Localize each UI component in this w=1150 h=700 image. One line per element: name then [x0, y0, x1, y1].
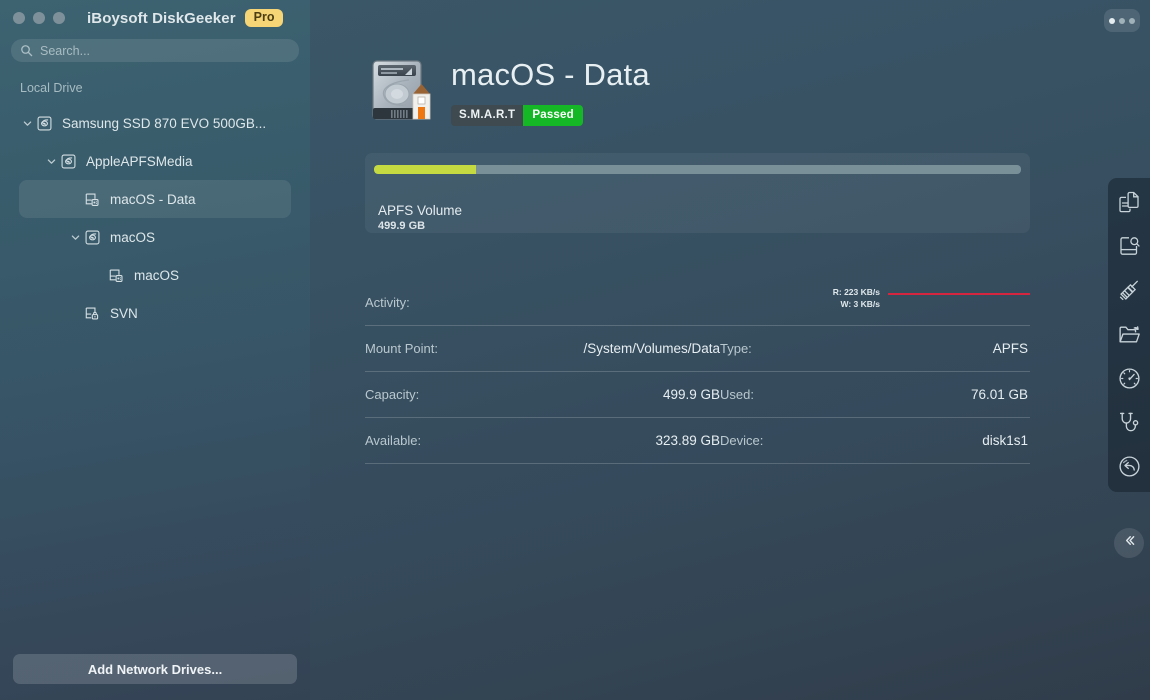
activity-speed-labels: R: 223 KB/s W: 3 KB/s [833, 286, 880, 311]
detail-key: Mount Point: [365, 341, 438, 356]
detail-value: 76.01 GB [970, 387, 1028, 402]
sidebar: iBoysoft DiskGeeker Pro Search... Local … [0, 0, 310, 700]
detail-value: disk1s1 [982, 433, 1028, 448]
volume-usage-fill [374, 165, 476, 174]
read-speed: R: 223 KB/s [832, 287, 880, 297]
search-container: Search... [0, 36, 310, 62]
volume-card[interactable]: APFS Volume 499.9 GB [365, 153, 1030, 233]
speed-test-gauge-icon[interactable] [1114, 363, 1144, 393]
sidebar-item-label: AppleAPFSMedia [86, 153, 193, 169]
page-title: macOS - Data [451, 57, 650, 92]
activity-sparkline [888, 286, 1030, 312]
detail-value: /System/Volumes/Data [583, 341, 720, 356]
chevron-double-left-icon [1122, 533, 1137, 553]
sidebar-item-label: macOS [110, 229, 156, 245]
detail-value: 499.9 GB [662, 387, 720, 402]
disk-analyze-icon[interactable] [1114, 231, 1144, 261]
dot-2 [1119, 17, 1125, 24]
disk-icon [35, 115, 53, 132]
sidebar-item-appleapfsmedia[interactable]: AppleAPFSMedia [19, 142, 291, 180]
dot-1 [1109, 17, 1115, 24]
volume-info: APFS Volume 499.9 GB [374, 203, 1021, 232]
stethoscope-health-icon[interactable] [1114, 407, 1144, 437]
sidebar-item-macos-data[interactable]: macOS - Data [19, 180, 291, 218]
volume-icon [83, 191, 101, 208]
main-content: macOS - Data S.M.A.R.T Passed APFS Volum… [310, 0, 1150, 464]
collapse-toolbar-button[interactable] [1114, 528, 1144, 558]
activity-line [888, 293, 1030, 295]
detail-row: Mount Point: /System/Volumes/Data Type: APF… [365, 326, 1030, 372]
sidebar-section-label: Local Drive [20, 81, 83, 95]
status-badge: S.M.A.R.T Passed [451, 104, 650, 126]
sidebar-item-svn[interactable]: SVN [19, 294, 291, 332]
detail-key: Available: [365, 433, 422, 448]
more-dots-icon[interactable] [1104, 9, 1140, 32]
hard-disk-home-icon [365, 56, 433, 135]
minimize-button[interactable] [33, 12, 45, 24]
dot-3 [1129, 17, 1135, 24]
sidebar-item-macos[interactable]: macOS [19, 218, 291, 256]
search-placeholder: Search... [40, 43, 91, 58]
write-speed: W: 3 KB/s [840, 299, 880, 310]
detail-value: APFS [992, 341, 1028, 356]
right-toolbar [1108, 178, 1150, 492]
chevron-down-icon[interactable] [43, 156, 59, 167]
volume-size: 499.9 GB [378, 220, 426, 232]
sidebar-footer: Add Network Drives... [0, 654, 310, 700]
detail-cell: Mount Point: /System/Volumes/Data [365, 341, 720, 356]
main-panel: macOS - Data S.M.A.R.T Passed APFS Volum… [310, 0, 1150, 700]
detail-row: Available: 323.89 GB Device: disk1s1 [365, 418, 1030, 464]
clean-junk-broom-icon[interactable] [1114, 275, 1144, 305]
open-folder-icon[interactable] [1114, 319, 1144, 349]
title-bar: iBoysoft DiskGeeker Pro [0, 0, 310, 36]
detail-cell: Used: 76.01 GB [720, 387, 1030, 402]
disk-icon [83, 229, 101, 246]
drive-tree: Samsung SSD 870 EVO 500GB... AppleAPFSMe… [0, 104, 310, 654]
smart-status: Passed [523, 104, 583, 126]
detail-key: Used: [720, 387, 754, 402]
detail-value: 323.89 GB [655, 433, 720, 448]
add-network-drives-button[interactable]: Add Network Drives... [13, 654, 297, 684]
sidebar-item-label: macOS [134, 267, 180, 283]
activity-row: Activity: R: 223 KB/s W: 3 KB/s [365, 280, 1030, 326]
search-input[interactable]: Search... [11, 39, 299, 62]
detail-cell: Device: disk1s1 [720, 433, 1030, 448]
disk-icon [59, 153, 77, 170]
sidebar-item-samsung-ssd-870-evo-500gb[interactable]: Samsung SSD 870 EVO 500GB... [19, 104, 291, 142]
app-window: iBoysoft DiskGeeker Pro Search... Local … [0, 0, 1150, 700]
activity-cell: Activity: [365, 295, 720, 310]
close-button[interactable] [13, 12, 25, 24]
locked-volume-icon [83, 305, 101, 322]
detail-rows: Mount Point: /System/Volumes/Data Type: APF… [365, 326, 1030, 464]
sidebar-item-label: SVN [110, 305, 138, 321]
detail-key: Capacity: [365, 387, 420, 402]
zoom-button[interactable] [53, 12, 65, 24]
smart-label: S.M.A.R.T [451, 104, 524, 126]
detail-cell: Capacity: 499.9 GB [365, 387, 720, 402]
search-icon [20, 44, 33, 57]
pro-badge[interactable]: Pro [244, 8, 284, 28]
activity-label: Activity: [365, 295, 410, 310]
detail-key: Type: [720, 341, 752, 356]
data-recovery-icon[interactable] [1114, 451, 1144, 481]
volume-usage-bar [374, 165, 1021, 174]
activity-graph: R: 223 KB/s W: 3 KB/s [833, 286, 1030, 312]
chevron-down-icon[interactable] [67, 232, 83, 243]
sidebar-item-macos[interactable]: macOS [19, 256, 291, 294]
disk-header: macOS - Data S.M.A.R.T Passed [365, 56, 1150, 135]
app-title: iBoysoft DiskGeeker [87, 9, 236, 27]
sidebar-item-label: macOS - Data [110, 191, 196, 207]
volume-name: APFS Volume [378, 203, 463, 218]
volume-icon [107, 267, 125, 284]
chevron-down-icon[interactable] [19, 118, 35, 129]
disk-header-text: macOS - Data S.M.A.R.T Passed [451, 56, 650, 126]
clone-documents-icon[interactable] [1114, 187, 1144, 217]
detail-key: Device: [720, 433, 764, 448]
details-table: Activity: R: 223 KB/s W: 3 KB/s Mount Po… [365, 280, 1030, 464]
detail-cell: Type: APFS [720, 341, 1030, 356]
detail-row: Capacity: 499.9 GB Used: 76.01 GB [365, 372, 1030, 418]
detail-cell: Available: 323.89 GB [365, 433, 720, 448]
traffic-lights[interactable] [13, 12, 65, 24]
sidebar-item-label: Samsung SSD 870 EVO 500GB... [62, 115, 267, 131]
